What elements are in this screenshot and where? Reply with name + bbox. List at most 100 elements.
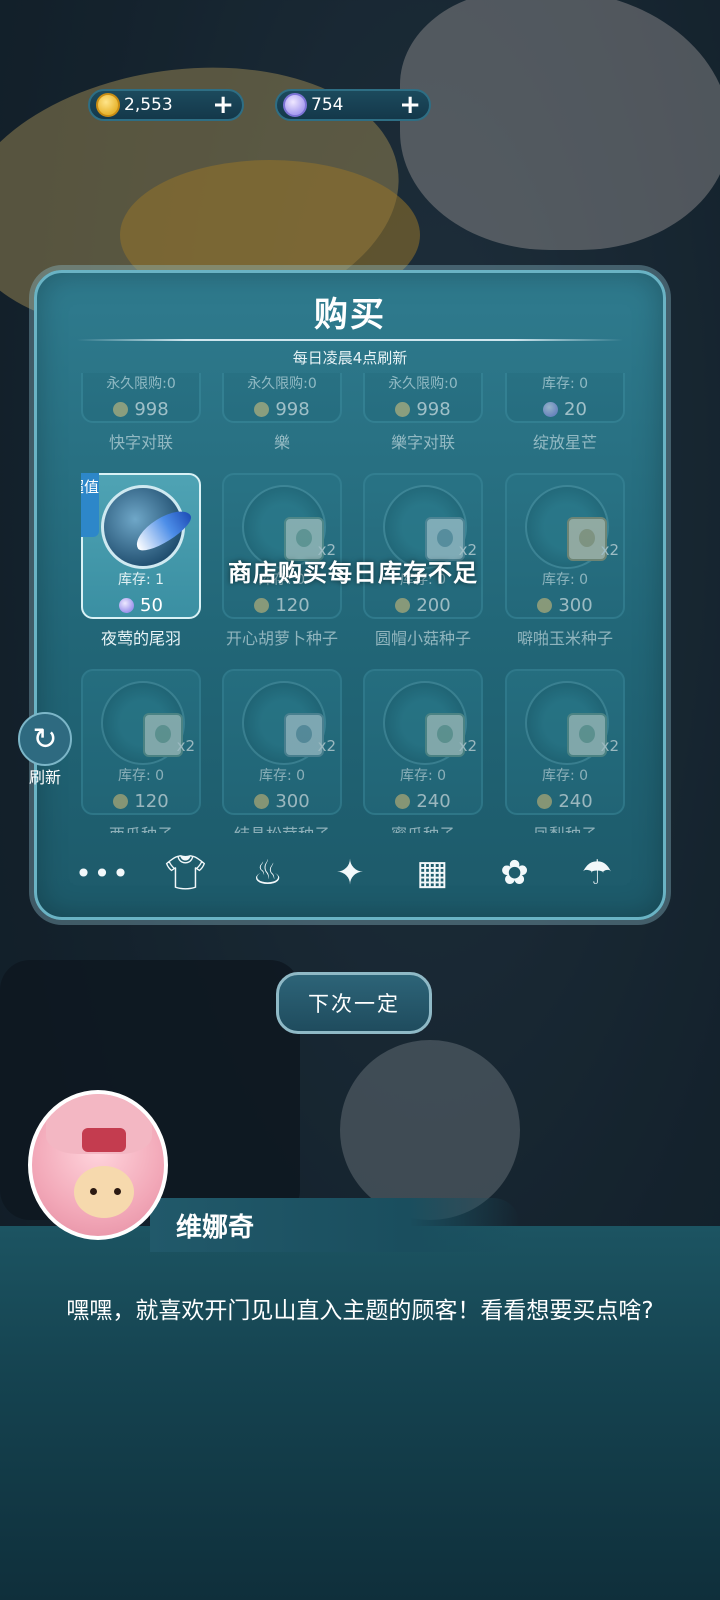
moon-icon — [119, 598, 135, 613]
item-price: 50 — [83, 595, 199, 616]
furniture-tab[interactable]: ▦ — [406, 847, 458, 899]
shop-panel: 购买 每日凌晨4点刷新 永久限购:0 998 快字对联 永久限购:0 998 樂… — [34, 270, 666, 920]
refresh-icon: ↻ — [32, 721, 58, 757]
coin-icon — [254, 794, 270, 809]
coin-icon — [395, 598, 411, 613]
item-quantity: x2 — [600, 737, 619, 755]
avatar-eye — [114, 1188, 121, 1195]
item-card[interactable]: x2 库存: 0 120 — [81, 669, 201, 815]
speaker-name: 维娜奇 — [176, 1212, 255, 1243]
coin-icon — [254, 598, 270, 613]
item-quantity: x2 — [317, 737, 336, 755]
item-stock: 永久限购:0 — [106, 376, 176, 392]
item-name: 夜莺的尾羽 — [100, 629, 181, 648]
dialog-box[interactable]: 嘿嘿，就喜欢开门见山直入主题的顾客！看看想要买点啥? — [0, 1226, 720, 1600]
refresh-label: 刷新 — [28, 768, 61, 787]
item-card[interactable]: 库存: 0 20 — [505, 373, 625, 423]
avatar-face — [74, 1166, 134, 1218]
category-tabs: ••• 👕︎ ♨ ✦ ▦ ✿ ☂ — [75, 843, 623, 903]
item-stock: 永久限购:0 — [388, 376, 458, 392]
item-card[interactable]: 永久限购:0 998 — [363, 373, 483, 423]
item-price: 300 — [507, 595, 623, 616]
coin-icon — [96, 93, 120, 117]
item-quantity: x2 — [458, 737, 477, 755]
shop-item[interactable]: 永久限购:0 998 快字对联 — [81, 373, 201, 453]
item-name: 圆帽小菇种子 — [374, 629, 471, 648]
avatar-eye — [90, 1188, 97, 1195]
item-card[interactable]: x2 库存: 0 240 — [363, 669, 483, 815]
coin-icon — [395, 402, 411, 417]
item-quantity: x2 — [176, 737, 195, 755]
speaker-name-plate: 维娜奇 — [150, 1198, 520, 1252]
item-stock: 库存: 0 — [399, 768, 447, 784]
item-card[interactable]: x2 库存: 0 200 — [363, 473, 483, 619]
item-price: 998 — [365, 399, 481, 420]
shop-item[interactable]: x2 库存: 0 240 凤梨种子 — [505, 669, 625, 833]
item-name: 西瓜种子 — [81, 821, 201, 833]
coin-icon — [113, 402, 129, 417]
add-moons-button[interactable]: + — [399, 92, 421, 118]
moon-amount: 754 — [311, 95, 344, 115]
item-name: 樂字对联 — [390, 433, 455, 452]
umbrella-icon: ☂ — [581, 853, 613, 893]
item-card[interactable]: 永久限购:0 998 — [81, 373, 201, 423]
speaker-avatar — [28, 1090, 168, 1240]
moon-icon — [543, 402, 559, 417]
shop-item[interactable]: x2 库存: 0 300 结晶松茸种子 — [222, 669, 342, 833]
more-tab[interactable]: ••• — [75, 847, 129, 899]
item-icon-frame — [525, 681, 609, 765]
item-price: 120 — [83, 791, 199, 812]
item-stock: 库存: 0 — [541, 376, 589, 392]
clothing-icon: 👕︎ — [163, 853, 207, 893]
item-card[interactable]: x2 库存: 0 300 — [505, 473, 625, 619]
item-stock: 库存: 0 — [541, 768, 589, 784]
item-icon-frame — [242, 681, 326, 765]
flower-tab[interactable]: ✿ — [489, 847, 541, 899]
out-of-stock-toast: 商店购买每日库存不足 — [228, 559, 478, 587]
clothing-tab[interactable]: 👕︎ — [159, 847, 211, 899]
item-card[interactable]: x2 库存: 0 120 — [222, 473, 342, 619]
item-stock: 库存: 0 — [258, 768, 306, 784]
item-price: 998 — [224, 399, 340, 420]
coin-amount: 2,553 — [124, 95, 173, 115]
item-icon-frame — [101, 681, 185, 765]
coin-balance: 2,553 + — [88, 89, 244, 121]
item-price: 300 — [224, 791, 340, 812]
food-tab[interactable]: ♨ — [242, 847, 294, 899]
moon-icon — [283, 93, 307, 117]
bag-icon: ✦ — [335, 853, 365, 893]
item-name: 樂 — [273, 433, 290, 452]
item-card[interactable]: 永久限购:0 998 — [222, 373, 342, 423]
item-card[interactable]: x2 库存: 0 300 — [222, 669, 342, 815]
coin-icon — [395, 794, 411, 809]
bag-tab[interactable]: ✦ — [324, 847, 376, 899]
item-price: 240 — [507, 791, 623, 812]
title-divider — [77, 339, 623, 341]
shop-item[interactable]: 库存: 0 20 绽放星芒 — [505, 373, 625, 453]
item-name: 凤梨种子 — [505, 821, 625, 833]
coin-icon — [537, 598, 553, 613]
add-coins-button[interactable]: + — [212, 92, 234, 118]
furniture-icon: ▦ — [416, 853, 449, 893]
shop-title: 购买 — [314, 295, 386, 335]
item-card[interactable]: x2 库存: 0 240 — [505, 669, 625, 815]
shop-item[interactable]: x2 库存: 0 120 西瓜种子 — [81, 669, 201, 833]
shop-item[interactable]: x2 库存: 0 240 蜜瓜种子 — [363, 669, 483, 833]
shop-item[interactable]: 永久限购:0 998 樂 — [222, 373, 342, 453]
item-price: 20 — [507, 399, 623, 420]
item-grid[interactable]: 永久限购:0 998 快字对联 永久限购:0 998 樂 永久限购:0 998 … — [81, 373, 625, 833]
refresh-button[interactable]: ↻ — [18, 712, 72, 766]
refresh-notice: 每日凌晨4点刷新 — [292, 349, 408, 367]
next-time-button[interactable]: 下次一定 — [276, 972, 432, 1034]
item-card[interactable]: 库存: 1 50 超值 — [81, 473, 201, 619]
item-stock: 库存: 0 — [117, 768, 165, 784]
umbrella-tab[interactable]: ☂ — [571, 847, 623, 899]
coin-icon — [254, 402, 270, 417]
shop-item[interactable]: 永久限购:0 998 樂字对联 — [363, 373, 483, 453]
item-name: 快字对联 — [108, 433, 173, 452]
flower-icon: ✿ — [500, 853, 529, 893]
item-name: 开心胡萝卜种子 — [225, 629, 338, 648]
dialog-text: 嘿嘿，就喜欢开门见山直入主题的顾客！看看想要买点啥? — [66, 1298, 654, 1324]
feather-icon — [130, 503, 196, 557]
item-price: 240 — [365, 791, 481, 812]
